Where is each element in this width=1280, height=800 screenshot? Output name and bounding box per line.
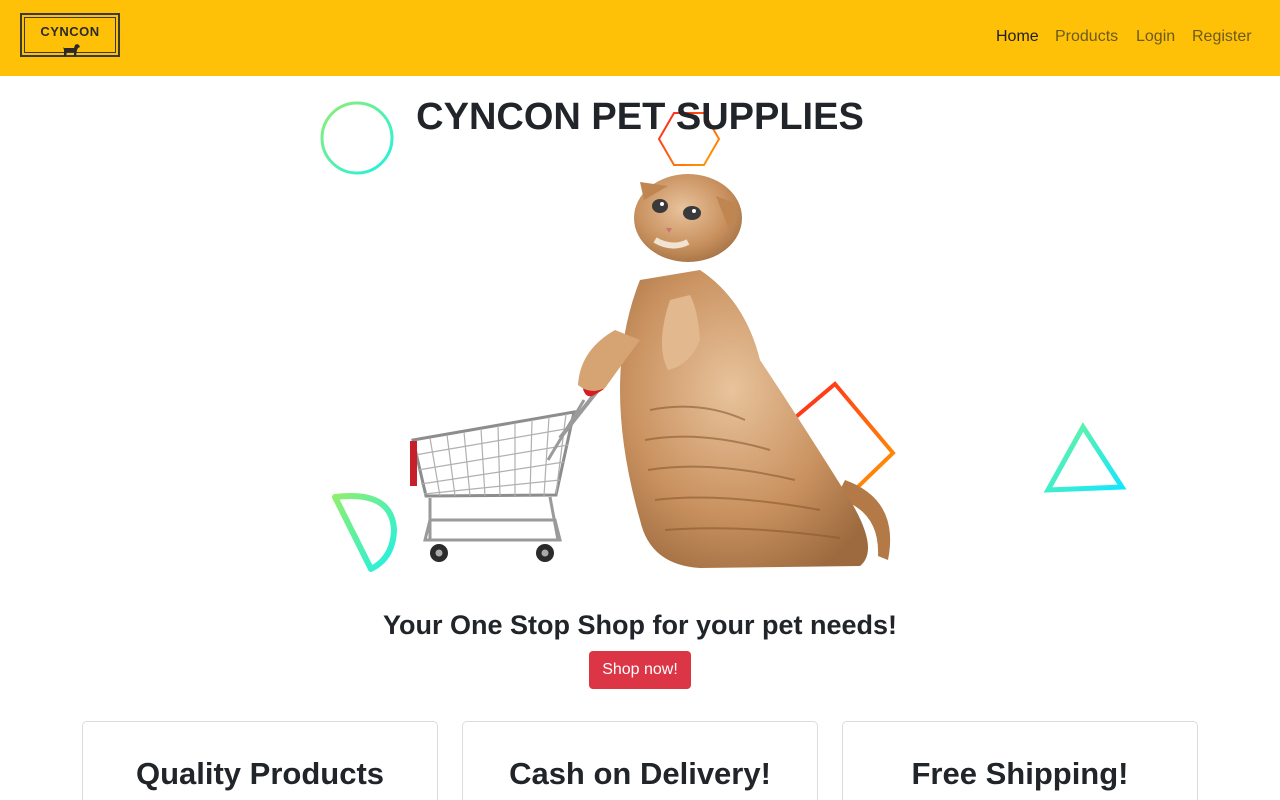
feature-card-quality: Quality Products	[82, 721, 438, 800]
feature-card-cod: Cash on Delivery!	[462, 721, 818, 800]
page-title: CYNCON PET SUPPLIES	[416, 96, 864, 138]
half-circle-shape	[332, 493, 397, 572]
triangle-shape	[1043, 422, 1127, 493]
shop-now-button[interactable]: Shop now!	[589, 651, 691, 689]
feature-card-title: Quality Products	[135, 756, 385, 791]
shopping-cart-icon	[410, 377, 605, 562]
feature-card-title: Cash on Delivery!	[509, 756, 771, 791]
cat-illustration	[578, 174, 891, 568]
feature-card-shipping: Free Shipping!	[842, 721, 1198, 800]
feature-card-title: Free Shipping!	[911, 756, 1129, 791]
hero-tagline: Your One Stop Shop for your pet needs!	[382, 610, 897, 640]
